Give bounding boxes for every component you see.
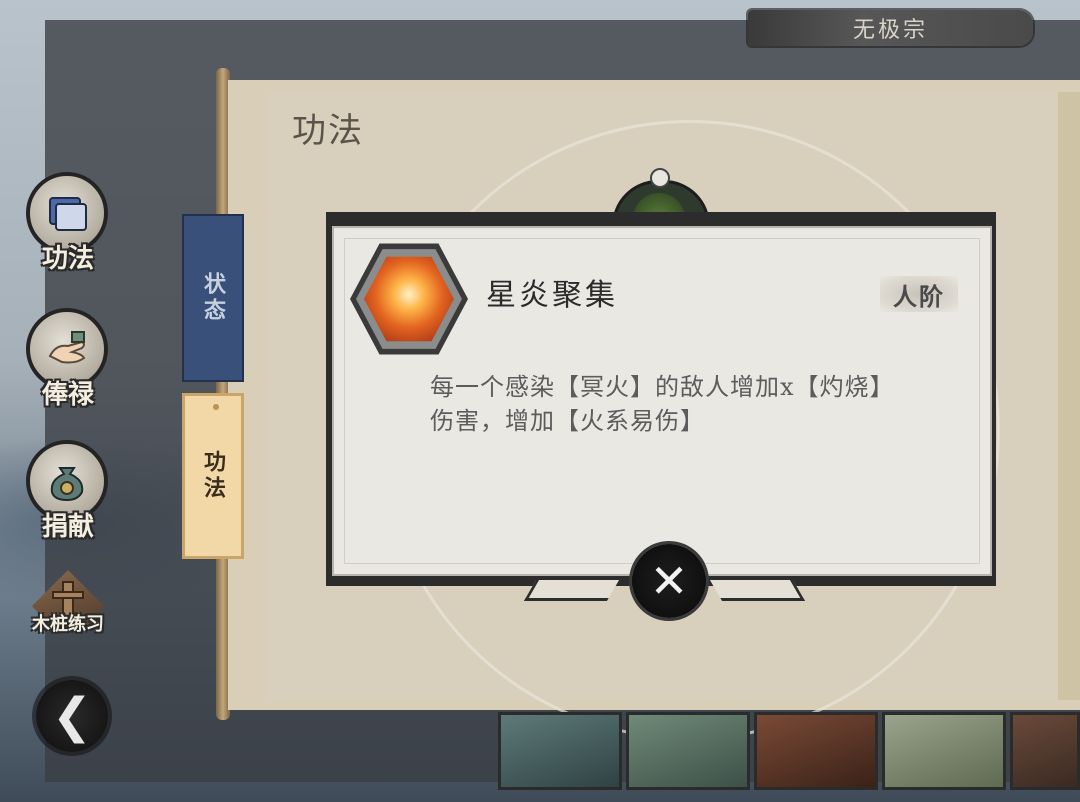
back-button[interactable]: ❮ xyxy=(36,680,108,752)
popup-tab-decoration xyxy=(523,580,620,601)
scroll-edge xyxy=(1058,92,1080,700)
medal-knob xyxy=(650,168,670,188)
bottom-card xyxy=(626,712,750,790)
sect-name-banner: 无极宗 xyxy=(748,10,1033,46)
popup-tab-decoration xyxy=(709,580,806,601)
tab-status[interactable]: 状态 xyxy=(182,214,244,382)
menu-label: 木桩练习 xyxy=(32,614,104,635)
bottom-card xyxy=(1010,712,1080,790)
menu-label: 俸禄 xyxy=(41,380,94,410)
skill-name: 星炎聚集 xyxy=(486,278,618,313)
bottom-card xyxy=(882,712,1006,790)
page-title: 功法 xyxy=(292,111,364,151)
menu-item-muzhuang[interactable]: 木桩练习 xyxy=(20,562,116,666)
menu-label: 捐献 xyxy=(41,512,94,542)
back-arrow-icon: ❮ xyxy=(51,688,93,744)
menu-item-juanxian[interactable]: 捐献 xyxy=(20,440,116,544)
menu-item-gongfa[interactable]: 功法 xyxy=(20,172,116,276)
close-button[interactable]: ✕ xyxy=(632,544,706,618)
tab-gongfa[interactable]: 功法 xyxy=(182,393,244,559)
bottom-card xyxy=(754,712,878,790)
menu-label: 功法 xyxy=(41,244,94,274)
skill-description: 每一个感染【冥火】的敌人增加x【灼烧】伤害，增加【火系易伤】 xyxy=(430,373,895,435)
rank-badge: 人阶 xyxy=(880,276,958,312)
menu-item-fenglu[interactable]: 俸禄 xyxy=(20,308,116,412)
close-icon: ✕ xyxy=(649,554,689,608)
bottom-card xyxy=(498,712,622,790)
